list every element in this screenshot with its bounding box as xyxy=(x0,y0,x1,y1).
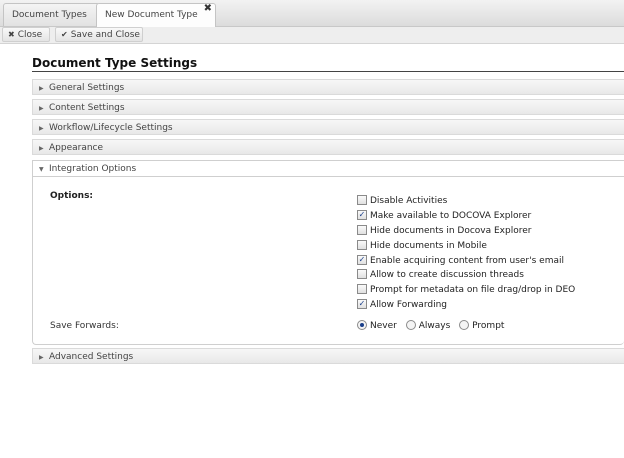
section-advanced-settings[interactable]: ▶ Advanced Settings xyxy=(32,348,624,364)
option-discussion-threads[interactable]: Allow to create discussion threads xyxy=(357,268,524,281)
x-icon: ✖ xyxy=(8,30,15,39)
save-and-close-button[interactable]: ✔ Save and Close xyxy=(55,27,143,42)
section-appearance[interactable]: ▶ Appearance xyxy=(32,139,624,155)
checkbox[interactable] xyxy=(357,194,367,205)
radio-button[interactable] xyxy=(459,319,470,330)
radio-label: Always xyxy=(418,321,451,331)
checkbox[interactable] xyxy=(357,239,367,250)
option-label: Disable Activities xyxy=(370,196,448,206)
option-acquire-email-content[interactable]: ✓ Enable acquiring content from user's em… xyxy=(357,254,564,267)
tab-label: Document Types xyxy=(12,10,87,20)
save-forwards-label: Save Forwards: xyxy=(50,321,119,331)
section-content-settings[interactable]: ▶ Content Settings xyxy=(32,99,624,115)
triangle-right-icon: ▶ xyxy=(39,145,44,152)
section-label: Appearance xyxy=(49,143,104,153)
checkbox[interactable] xyxy=(357,268,367,279)
option-hide-docova-explorer[interactable]: Hide documents in Docova Explorer xyxy=(357,224,532,237)
checkmark-icon: ✔ xyxy=(61,30,68,39)
close-icon[interactable]: ✖ xyxy=(204,0,212,20)
option-label: Make available to DOCOVA Explorer xyxy=(370,211,532,221)
close-button-label: Close xyxy=(17,30,43,40)
section-workflow-lifecycle-settings[interactable]: ▶ Workflow/Lifecycle Settings xyxy=(32,119,624,135)
close-button[interactable]: ✖ Close xyxy=(2,27,50,42)
toolbar: ✖ Close ✔ Save and Close xyxy=(0,27,624,44)
checkbox[interactable] xyxy=(357,224,367,235)
checkbox[interactable]: ✓ xyxy=(357,209,367,220)
option-prompt-metadata[interactable]: Prompt for metadata on file drag/drop in… xyxy=(357,283,576,296)
options-label: Options: xyxy=(50,191,94,201)
option-label: Allow Forwarding xyxy=(370,300,447,310)
radio-button[interactable] xyxy=(405,319,416,330)
section-integration-options[interactable]: ▼ Integration Options xyxy=(32,160,624,177)
tab-bar: Document Types New Document Type ✖ xyxy=(0,0,624,27)
tab-label: New Document Type xyxy=(105,10,198,20)
section-label: Workflow/Lifecycle Settings xyxy=(49,123,173,133)
option-make-available-docova-explorer[interactable]: ✓ Make available to DOCOVA Explorer xyxy=(357,209,532,222)
radio-label: Never xyxy=(370,321,397,331)
tab-new-document-type[interactable]: New Document Type ✖ xyxy=(96,3,216,27)
checkbox[interactable] xyxy=(357,283,367,294)
section-general-settings[interactable]: ▶ General Settings xyxy=(32,79,624,95)
radio-label: Prompt xyxy=(472,321,505,331)
save-and-close-label: Save and Close xyxy=(70,30,140,40)
triangle-right-icon: ▶ xyxy=(39,354,44,361)
option-label: Allow to create discussion threads xyxy=(370,270,524,280)
checkbox[interactable]: ✓ xyxy=(357,298,367,309)
section-label: Integration Options xyxy=(49,164,137,174)
triangle-right-icon: ▶ xyxy=(39,85,44,92)
save-forwards-radio-group: Never Always Prompt xyxy=(357,319,510,332)
section-label: Content Settings xyxy=(49,103,125,113)
option-label: Prompt for metadata on file drag/drop in… xyxy=(370,285,576,295)
option-label: Hide documents in Docova Explorer xyxy=(370,226,532,236)
radio-always[interactable]: Always xyxy=(405,319,451,331)
option-allow-forwarding[interactable]: ✓ Allow Forwarding xyxy=(357,298,447,311)
radio-never[interactable]: Never xyxy=(357,319,397,331)
triangle-down-icon: ▼ xyxy=(39,166,44,173)
checkbox[interactable]: ✓ xyxy=(357,254,367,265)
section-label: Advanced Settings xyxy=(49,352,134,362)
option-disable-activities[interactable]: Disable Activities xyxy=(357,194,448,207)
radio-prompt[interactable]: Prompt xyxy=(459,319,505,331)
triangle-right-icon: ▶ xyxy=(39,105,44,112)
option-hide-mobile[interactable]: Hide documents in Mobile xyxy=(357,239,487,252)
tab-document-types[interactable]: Document Types xyxy=(3,3,100,26)
page-title: Document Type Settings xyxy=(32,56,198,70)
section-label: General Settings xyxy=(49,83,125,93)
radio-button[interactable] xyxy=(357,319,367,330)
option-label: Hide documents in Mobile xyxy=(370,241,487,251)
option-label: Enable acquiring content from user's ema… xyxy=(370,256,564,266)
title-divider xyxy=(32,71,624,72)
triangle-right-icon: ▶ xyxy=(39,125,44,132)
